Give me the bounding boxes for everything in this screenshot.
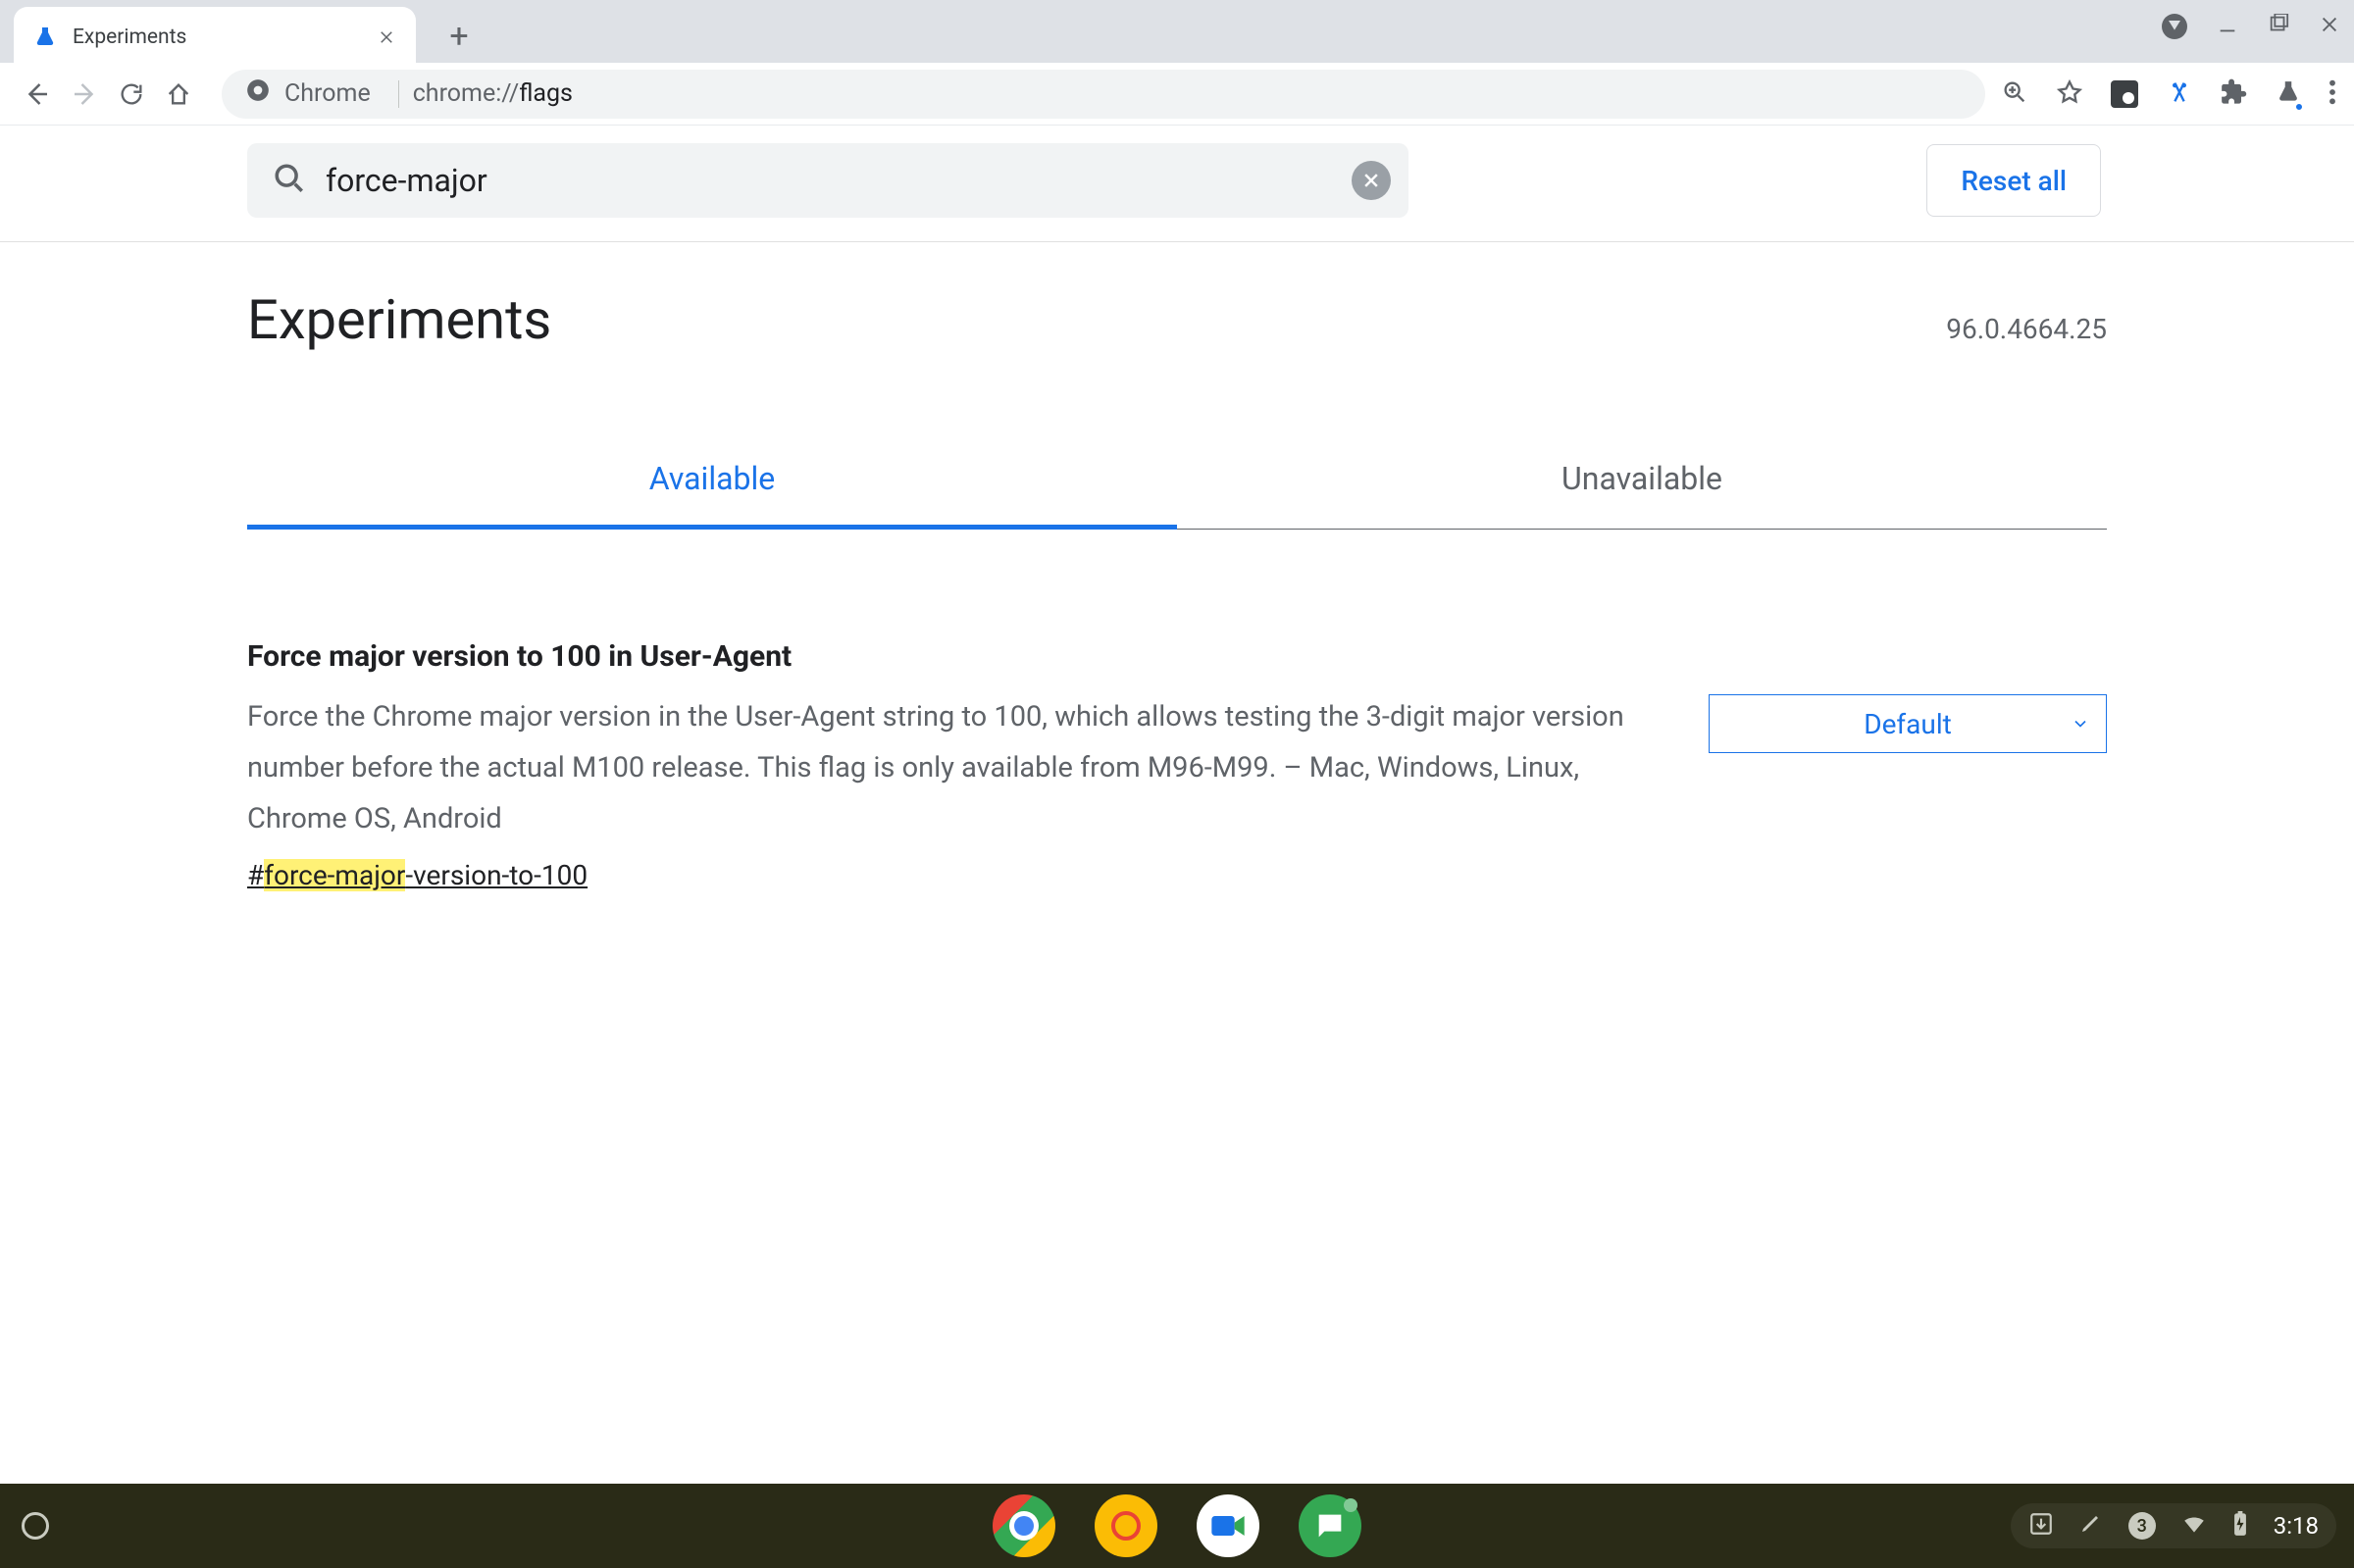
shelf-app-2[interactable] (1095, 1494, 1157, 1557)
flag-description: Force the Chrome major version in the Us… (247, 691, 1650, 845)
menu-icon[interactable] (2328, 78, 2336, 110)
chevron-down-icon (2071, 708, 2090, 740)
bookmark-icon[interactable] (2056, 78, 2083, 110)
flag-title: Force major version to 100 in User-Agent (247, 639, 1650, 674)
minimize-icon[interactable] (2217, 14, 2238, 39)
search-icon (273, 162, 306, 199)
tab-strip: Experiments + (0, 0, 2354, 63)
shelf-apps (993, 1494, 1361, 1557)
tab-unavailable[interactable]: Unavailable (1177, 436, 2107, 529)
flags-search-input[interactable] (326, 162, 1383, 199)
divider (398, 80, 399, 108)
site-info-icon[interactable] (245, 77, 271, 110)
close-tab-icon[interactable] (375, 25, 398, 49)
tab-available[interactable]: Available (247, 436, 1177, 530)
clear-search-icon[interactable] (1352, 161, 1391, 200)
pen-icon[interactable] (2079, 1511, 2103, 1541)
os-shelf: 3 3:18 (0, 1484, 2354, 1568)
clock: 3:18 (2274, 1512, 2319, 1540)
forward-button[interactable] (65, 75, 104, 114)
browser-tab[interactable]: Experiments (14, 7, 416, 68)
url-scheme: chrome:// (413, 79, 519, 108)
shelf-app-chrome[interactable] (993, 1494, 1055, 1557)
wifi-icon (2181, 1511, 2207, 1541)
find-in-page-icon[interactable] (2001, 78, 2028, 110)
flask-icon (31, 24, 59, 51)
address-bar[interactable]: Chrome chrome://flags (222, 70, 1985, 119)
extensions-icon[interactable] (2221, 78, 2248, 110)
notification-count[interactable]: 3 (2128, 1512, 2156, 1540)
experiments-icon[interactable] (2276, 79, 2301, 109)
flag-state-select[interactable]: Default (1709, 694, 2107, 753)
system-tray[interactable]: 3 3:18 (2011, 1503, 2336, 1548)
close-window-icon[interactable] (2319, 14, 2340, 39)
page-content: Reset all Experiments 96.0.4664.25 Avail… (0, 126, 2354, 891)
window-controls (2162, 14, 2340, 39)
home-button[interactable] (159, 75, 198, 114)
extension-icon-2[interactable] (2166, 78, 2193, 110)
maximize-icon[interactable] (2268, 14, 2289, 39)
url-origin-label: Chrome (284, 79, 371, 108)
shelf-app-chat[interactable] (1299, 1494, 1361, 1557)
url-path: flags (519, 79, 573, 108)
launcher-button[interactable] (22, 1512, 49, 1540)
tab-title: Experiments (73, 25, 186, 49)
reload-button[interactable] (112, 75, 151, 114)
flag-anchor-link[interactable]: #force-major-version-to-100 (247, 859, 588, 891)
battery-icon (2232, 1511, 2248, 1541)
media-control-icon[interactable] (2162, 14, 2187, 39)
page-title: Experiments (247, 287, 551, 352)
shelf-app-duo[interactable] (1197, 1494, 1259, 1557)
chrome-version: 96.0.4664.25 (1946, 313, 2107, 345)
extension-icon-1[interactable] (2111, 80, 2138, 108)
back-button[interactable] (18, 75, 57, 114)
flags-tabs: Available Unavailable (247, 436, 2107, 530)
new-tab-button[interactable]: + (435, 13, 483, 60)
flag-entry: Force major version to 100 in User-Agent… (247, 639, 2107, 891)
toolbar-actions (2001, 78, 2336, 110)
browser-toolbar: Chrome chrome://flags (0, 63, 2354, 126)
reset-all-button[interactable]: Reset all (1926, 144, 2101, 217)
flags-search-box (247, 143, 1408, 218)
downloads-icon[interactable] (2028, 1511, 2054, 1541)
